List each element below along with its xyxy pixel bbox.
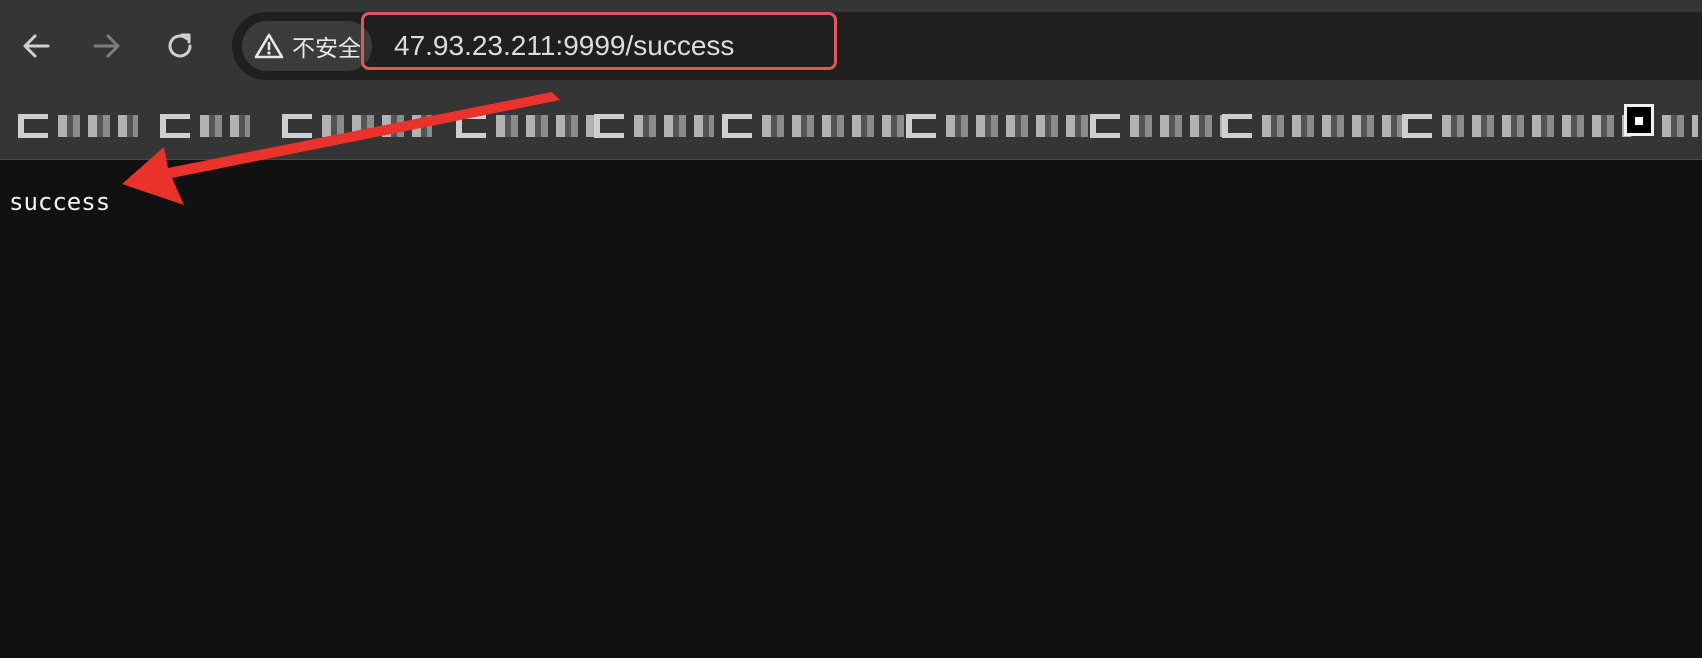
bookmark-favicon-icon — [906, 114, 936, 138]
security-label: 不安全 — [292, 36, 361, 62]
reload-button[interactable] — [160, 24, 200, 68]
bookmark-label-redacted — [1262, 115, 1402, 137]
warning-icon — [254, 32, 284, 60]
bookmark-label-redacted — [496, 115, 596, 137]
response-body-text: success — [9, 188, 111, 216]
bookmark-favicon-icon — [1222, 114, 1252, 138]
bookmark-label-redacted — [1442, 115, 1632, 137]
bookmark-label-redacted — [946, 115, 1091, 137]
forward-arrow-icon — [93, 34, 120, 58]
bookmark-item[interactable] — [282, 110, 432, 142]
bookmark-label-redacted — [1130, 115, 1226, 137]
bookmark-item[interactable] — [160, 110, 250, 142]
bookmark-favicon-icon — [594, 114, 624, 138]
page-content: success — [0, 160, 1702, 658]
site-security-chip[interactable]: 不安全 — [242, 21, 372, 71]
bookmark-favicon-icon — [456, 114, 486, 138]
bookmark-folder-icon[interactable] — [1624, 104, 1654, 136]
bookmark-item[interactable] — [594, 110, 714, 142]
bookmark-item[interactable] — [456, 110, 596, 142]
bookmark-label-redacted — [762, 115, 912, 137]
bookmark-item[interactable] — [18, 110, 138, 142]
bookmark-item[interactable] — [722, 110, 912, 142]
bookmark-favicon-icon — [18, 114, 48, 138]
bookmarks-bar — [0, 92, 1702, 160]
bookmark-item[interactable] — [1222, 110, 1402, 142]
bookmark-label-redacted — [322, 115, 432, 137]
bookmark-item[interactable] — [1662, 110, 1698, 142]
back-button[interactable] — [16, 24, 56, 68]
browser-window: 不安全 47.93.23.211:9999/success success — [0, 0, 1702, 658]
bookmark-favicon-icon — [722, 114, 752, 138]
bookmark-favicon-icon — [1090, 114, 1120, 138]
back-arrow-icon — [23, 34, 50, 58]
bookmark-item[interactable] — [1090, 110, 1226, 142]
bookmark-label-redacted — [200, 115, 250, 137]
bookmark-label-redacted — [58, 115, 138, 137]
bookmark-favicon-icon — [282, 114, 312, 138]
url-text[interactable]: 47.93.23.211:9999/success — [394, 27, 734, 65]
bookmark-label-redacted — [1662, 115, 1698, 137]
reload-icon — [168, 33, 192, 58]
bookmark-item[interactable] — [906, 110, 1091, 142]
bookmark-label-redacted — [634, 115, 714, 137]
bookmark-favicon-icon — [1402, 114, 1432, 138]
bookmark-item[interactable] — [1402, 110, 1632, 142]
forward-button[interactable] — [87, 24, 127, 68]
bookmark-favicon-icon — [160, 114, 190, 138]
